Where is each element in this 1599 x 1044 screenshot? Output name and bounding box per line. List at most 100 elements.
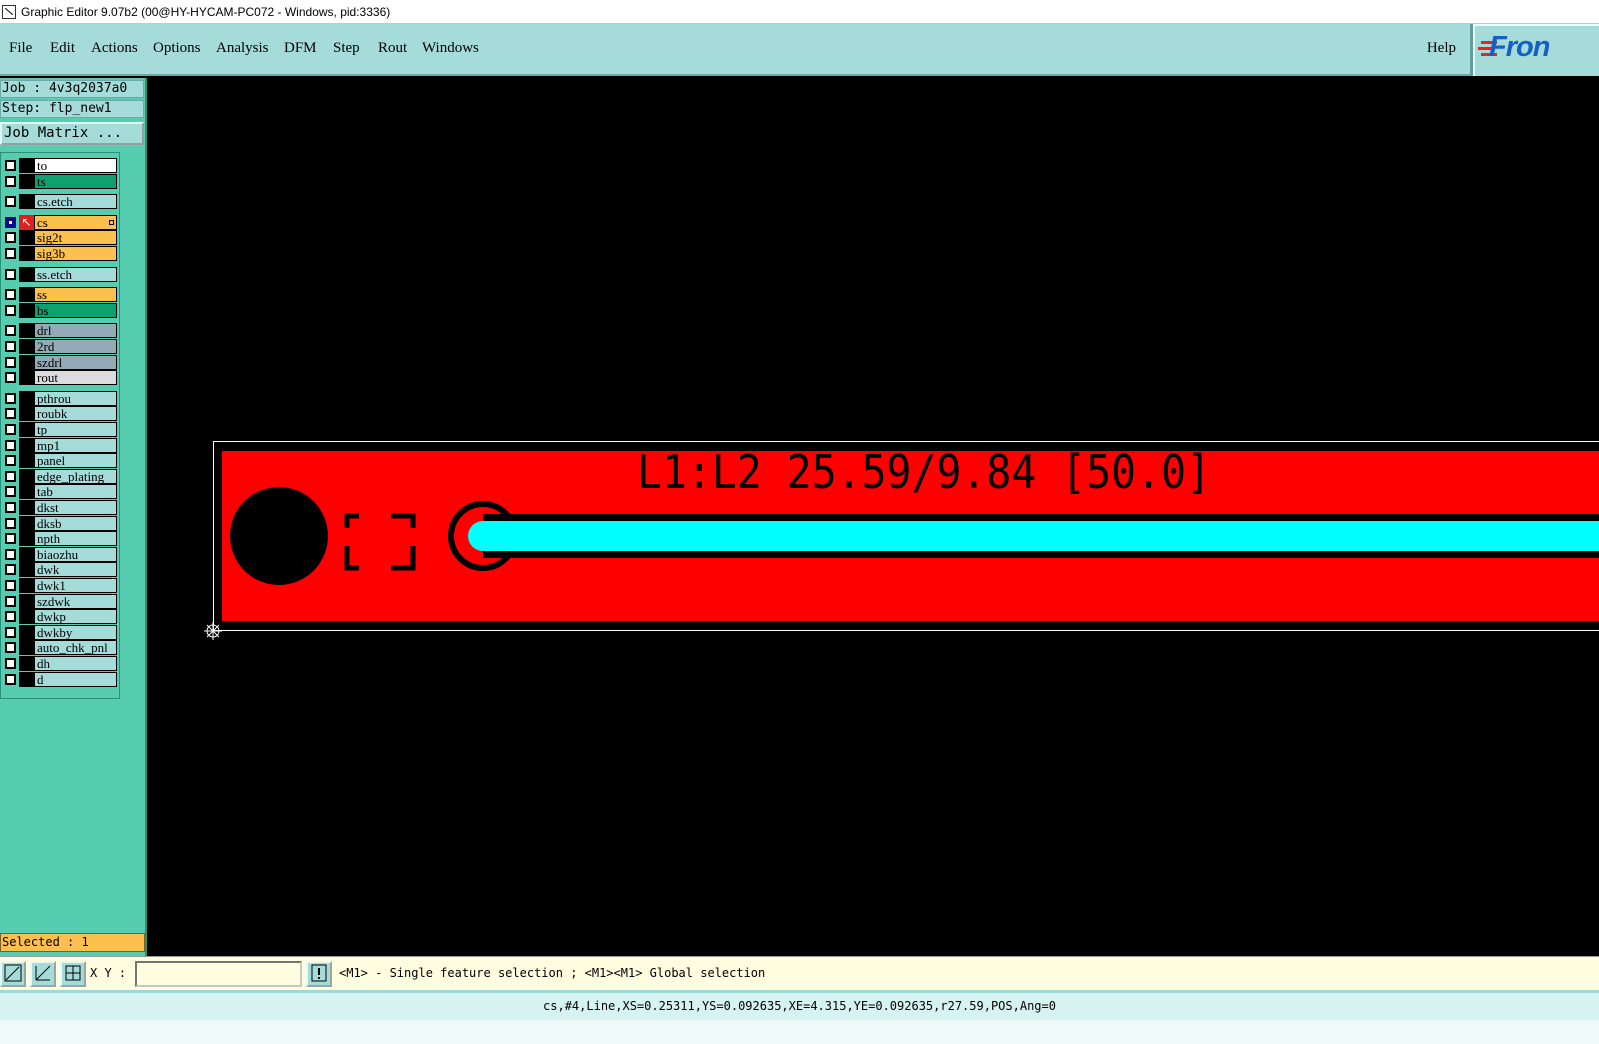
layer-name[interactable]: tab <box>34 484 117 500</box>
layer-checkbox[interactable] <box>5 626 16 638</box>
layer-checkbox[interactable] <box>5 455 16 467</box>
layer-row[interactable]: szdwk <box>1 593 119 609</box>
layer-row[interactable]: dwkby <box>1 624 119 640</box>
layer-affected-marker[interactable] <box>19 158 34 173</box>
grid-snap-icon[interactable] <box>60 961 86 987</box>
layer-checkbox[interactable] <box>5 642 16 654</box>
layer-affected-marker[interactable] <box>19 230 34 246</box>
layer-affected-marker[interactable] <box>19 437 34 453</box>
layer-checkbox[interactable] <box>5 289 16 301</box>
layer-name[interactable]: 2rd <box>34 339 117 354</box>
layer-affected-marker[interactable] <box>19 370 34 386</box>
layer-name[interactable]: bs <box>34 302 117 318</box>
layer-affected-marker[interactable] <box>19 531 34 547</box>
selected-line-feature[interactable] <box>468 521 1599 551</box>
layer-checkbox[interactable] <box>5 392 16 404</box>
layer-name[interactable]: szdrl <box>34 354 117 370</box>
layer-affected-marker[interactable] <box>19 484 34 500</box>
layer-name[interactable]: dksb <box>34 515 117 531</box>
layer-affected-marker[interactable] <box>19 593 34 609</box>
layer-checkbox[interactable] <box>5 248 16 259</box>
menu-actions[interactable]: Actions <box>91 40 138 57</box>
layer-row[interactable]: to <box>1 158 119 173</box>
layer-row[interactable]: mp1 <box>1 437 119 453</box>
layer-row[interactable]: sig3b <box>1 246 119 261</box>
layer-affected-marker[interactable] <box>19 671 34 687</box>
layer-row[interactable]: panel <box>1 453 119 469</box>
graphics-canvas[interactable]: L1:L2 25.59/9.84 [50.0] <box>147 78 1599 956</box>
layer-affected-marker[interactable] <box>19 406 34 422</box>
layer-name[interactable]: rout <box>34 370 117 386</box>
layer-affected-marker[interactable] <box>19 173 34 189</box>
layer-affected-marker[interactable] <box>19 246 34 261</box>
layer-row[interactable]: dksb <box>1 515 119 531</box>
layer-checkbox[interactable] <box>5 216 16 228</box>
layer-name[interactable]: d <box>34 671 117 687</box>
layer-affected-marker[interactable] <box>19 468 34 484</box>
layer-checkbox[interactable] <box>5 486 16 498</box>
layer-row[interactable]: 2rd <box>1 339 119 354</box>
layer-affected-marker[interactable] <box>19 323 34 339</box>
layer-name[interactable]: biaozhu <box>34 546 117 562</box>
menu-rout[interactable]: Rout <box>378 40 407 57</box>
layer-name[interactable]: cs.etch <box>34 194 117 210</box>
layer-row[interactable]: drl <box>1 323 119 339</box>
layer-name[interactable]: dwk <box>34 562 117 578</box>
layer-checkbox[interactable] <box>5 341 16 352</box>
layer-name[interactable]: sig3b <box>34 246 117 261</box>
layer-name[interactable]: to <box>34 158 117 173</box>
layer-checkbox[interactable] <box>5 304 16 316</box>
layer-checkbox[interactable] <box>5 548 16 560</box>
layer-row[interactable]: szdrl <box>1 354 119 370</box>
layer-checkbox[interactable] <box>5 325 16 337</box>
layer-row[interactable]: dwkp <box>1 609 119 625</box>
layer-name[interactable]: tp <box>34 422 117 437</box>
layer-affected-marker[interactable] <box>19 578 34 593</box>
layer-row[interactable]: ts <box>1 173 119 189</box>
layer-affected-marker[interactable] <box>19 609 34 625</box>
menu-edit[interactable]: Edit <box>50 40 75 57</box>
layer-affected-marker[interactable] <box>19 194 34 210</box>
layer-checkbox[interactable] <box>5 372 16 384</box>
layer-name[interactable]: cs <box>34 214 117 230</box>
layer-affected-marker[interactable] <box>19 339 34 354</box>
layer-row[interactable]: bs <box>1 302 119 318</box>
layer-checkbox[interactable] <box>5 470 16 482</box>
zoom-icon[interactable] <box>30 961 56 987</box>
layer-row[interactable]: auto_chk_pnl <box>1 640 119 656</box>
layer-affected-marker[interactable] <box>19 515 34 531</box>
layer-affected-marker[interactable] <box>19 422 34 437</box>
layer-affected-marker[interactable] <box>19 640 34 656</box>
layer-name[interactable]: drl <box>34 323 117 339</box>
layer-affected-marker[interactable] <box>19 287 34 303</box>
layer-row[interactable]: cs.etch <box>1 194 119 210</box>
layer-checkbox[interactable] <box>5 175 16 187</box>
layer-name[interactable]: ss.etch <box>34 266 117 282</box>
job-matrix-button[interactable]: Job Matrix ... <box>0 122 144 145</box>
window-fit-icon[interactable] <box>0 961 26 987</box>
layer-name[interactable]: sig2t <box>34 230 117 246</box>
layer-checkbox[interactable] <box>5 658 16 669</box>
menu-step[interactable]: Step <box>333 40 360 57</box>
layer-name[interactable]: panel <box>34 453 117 469</box>
layer-checkbox[interactable] <box>5 424 16 435</box>
layer-name[interactable]: dkst <box>34 500 117 515</box>
menu-options[interactable]: Options <box>153 40 201 57</box>
layer-checkbox[interactable] <box>5 502 16 513</box>
layer-checkbox[interactable] <box>5 232 16 244</box>
menu-help[interactable]: Help <box>1427 40 1456 57</box>
layer-affected-marker[interactable] <box>19 354 34 370</box>
work-layer-arrow-icon[interactable]: ↖ <box>19 214 34 230</box>
layer-checkbox[interactable] <box>5 533 16 545</box>
layer-checkbox[interactable] <box>5 564 16 576</box>
layer-row[interactable]: dwk1 <box>1 578 119 593</box>
menu-windows[interactable]: Windows <box>422 40 479 57</box>
layer-checkbox[interactable] <box>5 408 16 420</box>
layer-checkbox[interactable] <box>5 160 16 171</box>
layer-name[interactable]: szdwk <box>34 593 117 609</box>
layer-checkbox[interactable] <box>5 439 16 451</box>
layer-affected-marker[interactable] <box>19 453 34 469</box>
layer-checkbox[interactable] <box>5 356 16 368</box>
layer-row[interactable]: sig2t <box>1 230 119 246</box>
layer-affected-marker[interactable] <box>19 562 34 578</box>
